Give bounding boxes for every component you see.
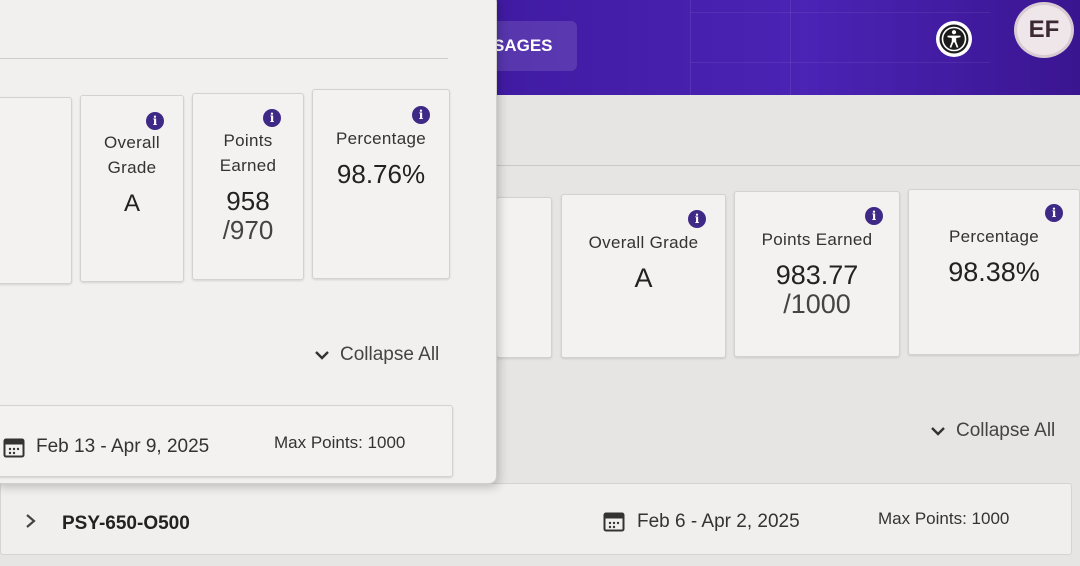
calendar-icon (3, 436, 25, 463)
overall-grade-value: A (634, 263, 653, 293)
expand-row-button[interactable] (25, 513, 37, 534)
points-earned-value: 958 (226, 186, 270, 216)
percentage-label: Percentage (949, 227, 1039, 246)
collapse-all-label: Collapse All (956, 420, 1056, 441)
percentage-value: 98.38% (948, 257, 1040, 287)
info-icon[interactable]: i (263, 109, 281, 127)
collapse-all-button[interactable]: Collapse All (930, 420, 1055, 442)
course-max-points: Max Points: 1000 (274, 433, 406, 452)
header-pattern-line (690, 12, 990, 13)
points-earned-label: Points (223, 131, 273, 150)
course-row[interactable]: Feb 13 - Apr 9, 2025 Max Points: 1000 (0, 405, 453, 477)
points-earned-label: Points Earned (761, 230, 873, 249)
points-possible-value: /1000 (783, 289, 851, 319)
points-possible-value: /970 (222, 215, 274, 245)
chevron-right-icon (26, 514, 36, 528)
header-pattern-line (790, 0, 791, 95)
info-icon[interactable]: i (688, 210, 706, 228)
course-dates: Feb 13 - Apr 9, 2025 (36, 436, 210, 457)
accessibility-icon (939, 24, 969, 54)
course-dates: Feb 6 - Apr 2, 2025 (637, 511, 800, 532)
summary-card-partial (496, 197, 552, 358)
percentage-card: i Percentage 98.76% (312, 89, 450, 279)
accessibility-button[interactable] (936, 21, 972, 57)
percentage-label: Percentage (336, 129, 426, 148)
header-pattern-line (690, 0, 691, 95)
summary-card-partial (0, 97, 72, 284)
overall-grade-label: Overall Grade (588, 233, 699, 252)
percentage-card: i Percentage 98.38% (908, 189, 1080, 355)
overall-grade-card: i Overall Grade A (80, 95, 184, 282)
points-earned-value: 983.77 (775, 260, 859, 290)
user-avatar[interactable]: EF (1014, 2, 1074, 58)
calendar-icon (603, 510, 625, 537)
info-icon[interactable]: i (146, 112, 164, 130)
section-divider (497, 165, 1080, 166)
info-icon[interactable]: i (1045, 204, 1063, 222)
chevron-down-icon (315, 351, 329, 360)
header-pattern-line (690, 62, 990, 63)
chevron-down-icon (931, 427, 945, 436)
points-earned-card: i Points Earned 983.77 /1000 (734, 191, 900, 357)
course-code[interactable]: PSY-650-O500 (62, 513, 190, 535)
collapse-all-button[interactable]: Collapse All (314, 344, 439, 366)
collapse-all-label: Collapse All (340, 344, 440, 365)
overall-grade-card: i Overall Grade A (561, 194, 726, 358)
points-earned-card: i Points Earned 958 /970 (192, 93, 304, 280)
section-divider (0, 58, 448, 59)
course-max-points: Max Points: 1000 (878, 509, 1010, 528)
overall-grade-label: Overall (104, 133, 160, 152)
overall-grade-value: A (123, 190, 140, 217)
points-earned-label: Earned (219, 156, 277, 175)
info-icon[interactable]: i (412, 106, 430, 124)
overall-grade-label: Grade (107, 158, 157, 177)
info-icon[interactable]: i (865, 207, 883, 225)
percentage-value: 98.76% (336, 159, 426, 189)
